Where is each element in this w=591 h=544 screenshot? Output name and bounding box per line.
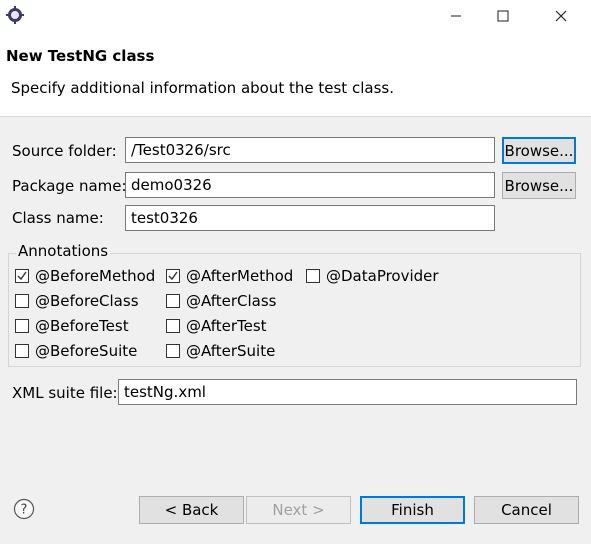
checkbox-box[interactable] [306,269,320,283]
maximize-button[interactable] [480,0,526,32]
cancel-button[interactable]: Cancel [474,496,579,524]
before-method-label: @BeforeMethod [35,267,156,285]
source-folder-label: Source folder: [12,142,117,160]
after-test-label: @AfterTest [186,317,267,335]
checkbox-box[interactable] [15,294,29,308]
after-method-label: @AfterMethod [186,267,294,285]
package-name-browse-button[interactable]: Browse... [502,172,576,199]
package-name-input[interactable]: demo0326 [125,172,495,198]
eclipse-gear-icon [6,6,24,24]
after-suite-label: @AfterSuite [186,342,276,360]
after-class-label: @AfterClass [186,292,277,310]
source-folder-input[interactable]: /Test0326/src [125,137,495,163]
before-suite-checkbox[interactable]: @BeforeSuite [15,342,137,360]
annotations-group-title: Annotations [16,242,111,260]
back-button[interactable]: < Back [139,496,244,524]
checkbox-box[interactable] [166,344,180,358]
xml-suite-label: XML suite file: [12,384,118,402]
data-provider-checkbox[interactable]: @DataProvider [306,267,439,285]
package-name-label: Package name: [12,177,127,195]
before-class-label: @BeforeClass [35,292,139,310]
before-suite-label: @BeforeSuite [35,342,138,360]
minimize-button[interactable] [433,0,479,32]
xml-suite-input[interactable]: testNg.xml [118,379,577,405]
svg-text:?: ? [21,503,28,518]
after-method-checkbox[interactable]: @AfterMethod [166,267,293,285]
checkbox-box[interactable] [15,269,29,283]
minimize-icon [451,15,461,17]
class-name-input[interactable]: test0326 [125,205,495,231]
checkbox-box[interactable] [166,269,180,283]
source-folder-browse-button[interactable]: Browse... [502,137,576,164]
after-suite-checkbox[interactable]: @AfterSuite [166,342,275,360]
class-name-label: Class name: [12,209,104,227]
checkbox-box[interactable] [15,344,29,358]
before-test-checkbox[interactable]: @BeforeTest [15,317,129,335]
checkmark-icon [17,271,27,281]
checkmark-icon [168,271,178,281]
checkbox-box[interactable] [166,294,180,308]
before-class-checkbox[interactable]: @BeforeClass [15,292,139,310]
close-button[interactable] [538,0,584,32]
before-test-label: @BeforeTest [35,317,129,335]
next-button[interactable]: Next > [246,496,351,524]
wizard-description: Specify additional information about the… [11,79,394,97]
checkbox-box[interactable] [166,319,180,333]
after-class-checkbox[interactable]: @AfterClass [166,292,276,310]
checkbox-box[interactable] [15,319,29,333]
before-method-checkbox[interactable]: @BeforeMethod [15,267,155,285]
wizard-title: New TestNG class [6,47,155,65]
data-provider-label: @DataProvider [326,267,439,285]
close-icon [555,10,567,22]
maximize-icon [497,10,509,22]
finish-button[interactable]: Finish [360,496,465,524]
wizard-header [0,32,591,117]
question-mark-icon[interactable]: ? [13,498,35,520]
after-test-checkbox[interactable]: @AfterTest [166,317,267,335]
